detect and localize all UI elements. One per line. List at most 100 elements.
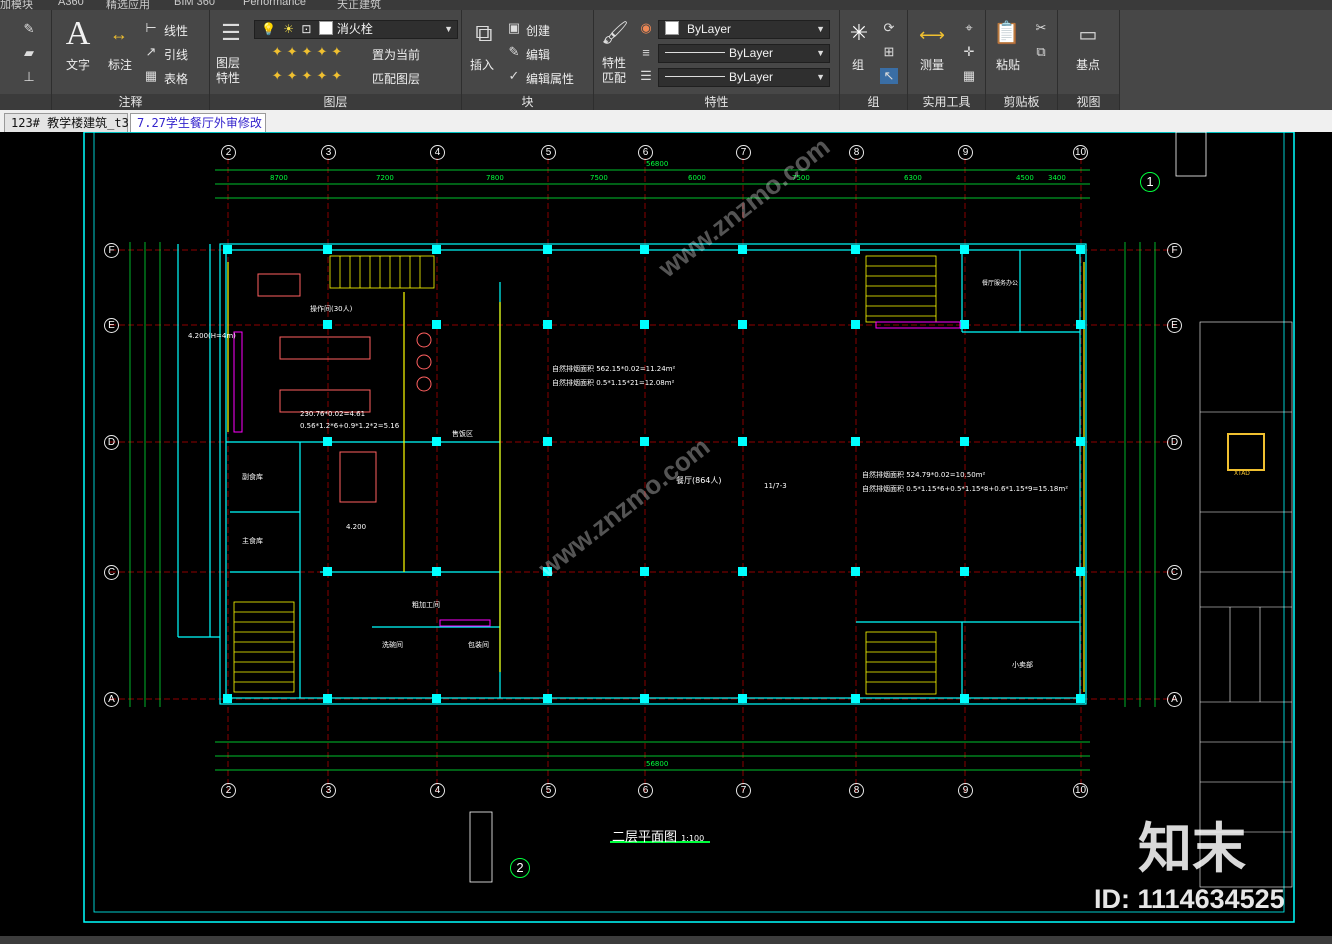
axis-bubble-bottom: 3 <box>321 783 336 798</box>
text-icon[interactable]: A <box>60 15 96 52</box>
ribbon-tab-featured-apps[interactable]: 精选应用 <box>106 0 150 10</box>
axis-bubble-bottom: 9 <box>958 783 973 798</box>
leader-label[interactable]: 引线 <box>164 46 188 63</box>
base-point-icon[interactable]: ▭ <box>1072 20 1104 48</box>
ribbon-tab-bim360[interactable]: BIM 360 <box>174 0 215 8</box>
group-icon[interactable]: ✳ <box>844 16 874 50</box>
create-label[interactable]: 创建 <box>526 22 550 39</box>
dimension-icon[interactable]: ↔ <box>104 18 134 50</box>
panel-title-annotation[interactable]: 注释 <box>52 94 209 110</box>
panel-title-properties[interactable]: 特性 <box>594 94 839 110</box>
base-label[interactable]: 基点 <box>1076 56 1100 73</box>
chevron-down-icon: ▼ <box>816 24 825 34</box>
eraser-icon[interactable]: ▰ <box>16 44 42 62</box>
group-select-icon[interactable]: ↖ <box>880 68 898 84</box>
ribbon-tab-a360[interactable]: A360 <box>58 0 84 8</box>
match-properties-label[interactable]: 特性匹配 <box>602 56 628 86</box>
panel-title-clipboard[interactable]: 剪贴板 <box>986 94 1057 110</box>
panel-draw-partial: ✎ ▰ ⊥ <box>0 10 52 110</box>
watermark-id: ID: 1114634525 <box>1094 884 1285 914</box>
panel-view: ▭ 基点 视图 <box>1058 10 1120 110</box>
axis-bubble-bottom: 4 <box>430 783 445 798</box>
note-elevation-1: 4.200 <box>346 523 367 531</box>
sun-icon: ☀ <box>283 22 295 36</box>
pencil-icon[interactable]: ✎ <box>16 20 42 38</box>
insert-label[interactable]: 插入 <box>470 56 494 73</box>
room-label-packing: 包装间 <box>468 641 489 649</box>
room-label-store2: 主食库 <box>242 537 263 545</box>
detail-callout-1: 1 <box>1140 172 1160 192</box>
ribbon: ✎ ▰ ⊥ A 文字 ↔ 标注 ⊢ 线性 ↗ 引线 ▦ 表格 注释 ☰ 图层特性… <box>0 10 1332 111</box>
room-label-kitchen: 操作间(30人) <box>310 305 353 313</box>
measure-icon[interactable]: ⟷ <box>914 20 950 50</box>
doc-tab-1[interactable]: 123# 教学楼建筑_t3 <box>4 113 129 132</box>
panel-title-layers[interactable]: 图层 <box>210 94 461 110</box>
layer-properties-label[interactable]: 图层特性 <box>216 56 242 86</box>
paste-label[interactable]: 粘贴 <box>996 56 1020 73</box>
ribbon-tab-performance[interactable]: Performance <box>243 0 306 8</box>
text-button-label[interactable]: 文字 <box>66 56 90 73</box>
axis-bubble-top: 7 <box>736 145 751 160</box>
linear-dim-icon: ⊢ <box>145 20 157 35</box>
color-dropdown[interactable]: ByLayer ▼ <box>658 20 830 39</box>
axis-bubble-bottom: 2 <box>221 783 236 798</box>
table-icon: ▦ <box>144 68 158 83</box>
paste-icon[interactable]: 📋 <box>992 16 1022 50</box>
top-dimension: 6000 <box>688 174 706 182</box>
ribbon-tab-tangent[interactable]: 天正建筑 <box>337 0 381 10</box>
ribbon-tab-addins[interactable]: 加模块 <box>0 0 33 10</box>
panel-group: ✳ 组 ⟳ ⊞ ↖ 组 <box>840 10 908 110</box>
measure-label[interactable]: 测量 <box>920 56 944 73</box>
panel-title-block[interactable]: 块 <box>462 94 593 110</box>
current-layer-dropdown[interactable]: 💡 ☀ ⊡ 消火栓 ▼ <box>254 20 458 39</box>
edit-attr-label[interactable]: 编辑属性 <box>526 70 574 87</box>
axis-bubble-right: E <box>1167 318 1182 333</box>
set-current-label[interactable]: 置为当前 <box>372 46 420 63</box>
panel-title-utilities[interactable]: 实用工具 <box>908 94 985 110</box>
group-edit-icon[interactable]: ⊞ <box>880 44 898 60</box>
note-kitchen-1: 230.76*0.02=4.61 <box>300 410 366 418</box>
status-bar <box>0 936 1332 944</box>
stamp-icon[interactable]: ⊥ <box>16 68 42 86</box>
axis-bubble-bottom: 8 <box>849 783 864 798</box>
panel-title-group[interactable]: 组 <box>840 94 907 110</box>
axis-bubble-right: F <box>1167 243 1182 258</box>
table-label[interactable]: 表格 <box>164 70 188 87</box>
calculator-icon[interactable]: ▦ <box>960 68 978 84</box>
current-layer-name: 消火栓 <box>336 22 373 36</box>
room-label-washroom: 洗碗间 <box>382 641 403 649</box>
lineweight-dropdown[interactable]: ByLayer ▼ <box>658 68 830 87</box>
room-label-office: 餐厅服务办公 <box>982 280 1019 287</box>
room-label-small-shop: 小卖部 <box>1012 661 1033 669</box>
match-layer-label[interactable]: 匹配图层 <box>372 70 420 87</box>
dimension-button-label[interactable]: 标注 <box>108 56 132 73</box>
doc-tab-2[interactable]: 7.27学生餐厅外审修改 <box>130 113 266 132</box>
linear-label[interactable]: 线性 <box>164 22 188 39</box>
plan-title-text: 二层平面图 <box>612 830 678 845</box>
panel-block: ⧉ 插入 ▣ 创建 ✎ 编辑 ✓ 编辑属性 块 <box>462 10 594 110</box>
layer-tool-icon-row2[interactable]: ✦✦✦✦✦ <box>254 68 364 84</box>
edit-label[interactable]: 编辑 <box>526 46 550 63</box>
layer-properties-icon[interactable]: ☰ <box>216 16 246 50</box>
color-value: ByLayer <box>687 22 732 36</box>
cut-icon[interactable]: ✂ <box>1032 20 1050 36</box>
lineweight-sample <box>665 76 725 77</box>
point-icon[interactable]: ✛ <box>960 44 978 60</box>
layer-tool-icon-row1[interactable]: ✦✦✦✦✦ <box>254 44 364 60</box>
linetype-dropdown[interactable]: ByLayer ▼ <box>658 44 830 63</box>
insert-block-icon[interactable]: ⧉ <box>466 16 502 52</box>
drawing-canvas[interactable]: 2 3 4 5 6 7 8 9 10 2 3 4 5 6 7 8 9 10 F … <box>0 132 1332 944</box>
top-dimension: 8700 <box>270 174 288 182</box>
id-point-icon[interactable]: ⌖ <box>960 20 978 36</box>
panel-title-view[interactable]: 视图 <box>1058 94 1119 110</box>
axis-bubble-right: C <box>1167 565 1182 580</box>
edit-attr-icon: ✓ <box>508 68 520 83</box>
match-properties-icon[interactable]: 🖌 <box>600 16 630 50</box>
group-label[interactable]: 组 <box>852 56 864 73</box>
ungroup-icon[interactable]: ⟳ <box>880 20 898 36</box>
linetype-value: ByLayer <box>729 46 774 60</box>
axis-bubble-right: A <box>1167 692 1182 707</box>
copy-icon[interactable]: ⧉ <box>1032 44 1050 60</box>
chevron-down-icon: ▼ <box>816 72 825 82</box>
panel-utilities: ⟷ 测量 ⌖ ✛ ▦ 实用工具 <box>908 10 986 110</box>
